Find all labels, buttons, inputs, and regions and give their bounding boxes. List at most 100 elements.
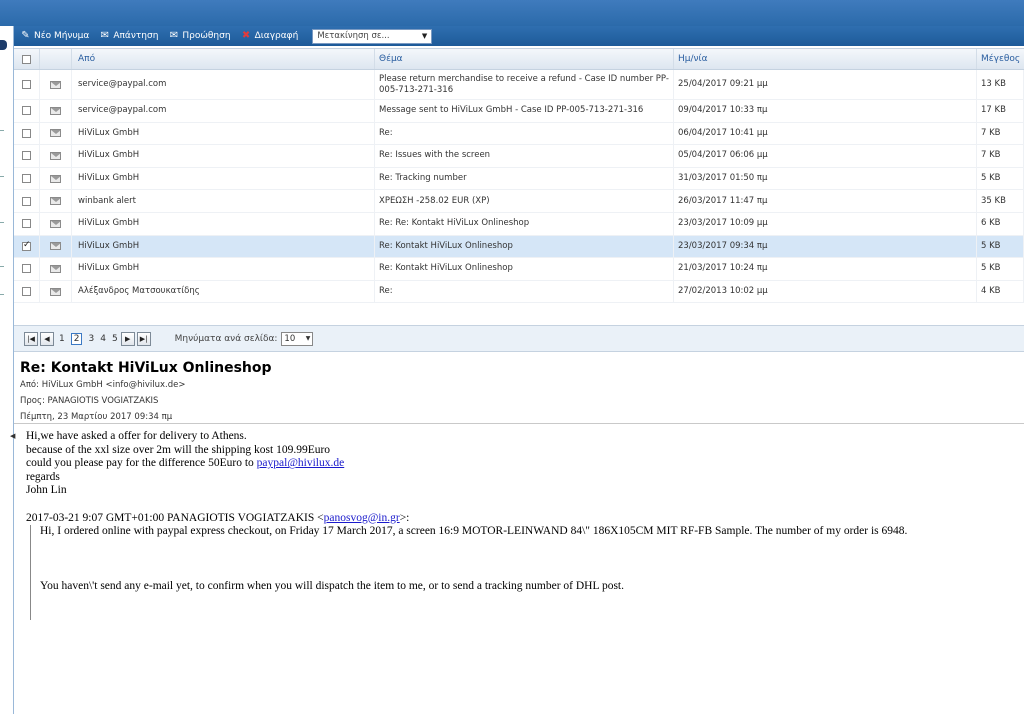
- row-checkbox[interactable]: [22, 219, 31, 229]
- row-size: 35 KB: [981, 195, 1006, 206]
- table-row[interactable]: HiViLux GmbH Re: Issues with the screen 05…: [14, 145, 1024, 168]
- envelope-icon: [50, 174, 61, 183]
- move-to-folder-select[interactable]: Μετακίνηση σε... ▼: [312, 28, 433, 44]
- pagination-bar: |◀ ◀ 12345 ▶ ▶| Μηνύματα ανά σελίδα: 10 …: [14, 325, 1024, 352]
- row-subject: Re: Tracking number: [379, 173, 467, 184]
- select-all-checkbox[interactable]: [22, 54, 31, 64]
- page-number-link[interactable]: 1: [59, 334, 65, 344]
- row-checkbox[interactable]: [22, 264, 31, 274]
- page-number-link[interactable]: 5: [112, 334, 118, 344]
- row-checkbox[interactable]: [22, 151, 31, 161]
- move-to-label: Μετακίνηση σε...: [317, 31, 390, 41]
- row-size: 17 KB: [981, 105, 1006, 116]
- row-checkbox[interactable]: [22, 106, 31, 116]
- row-size: 6 KB: [981, 218, 1001, 229]
- table-row[interactable]: HiViLux GmbH Re: Re: Kontakt HiViLux Onli…: [14, 212, 1024, 236]
- row-subject: Re:: [379, 286, 393, 297]
- table-row[interactable]: winbank alert ΧΡΕΩΣΗ -258.02 EUR (XP) 26/0…: [14, 190, 1024, 213]
- row-size: 13 KB: [981, 79, 1006, 89]
- first-page-button[interactable]: |◀: [24, 331, 38, 346]
- page-number-link[interactable]: 2: [70, 332, 83, 345]
- table-row[interactable]: HiViLux GmbH Re: Kontakt HiViLux Onlinesh…: [14, 235, 1024, 259]
- row-date: 25/04/2017 09:21 μμ: [678, 79, 768, 89]
- new-message-button[interactable]: ✎ Νέο Μήνυμα: [20, 30, 90, 42]
- reply-button[interactable]: ✉ Απάντηση: [99, 30, 159, 42]
- body-line: Hi,we have asked a offer for delivery to…: [26, 430, 247, 442]
- row-checkbox[interactable]: [22, 287, 31, 297]
- column-header-size[interactable]: Μέγεθος: [977, 49, 1024, 69]
- last-page-button[interactable]: ▶|: [136, 331, 151, 346]
- page-numbers: 12345: [56, 332, 121, 345]
- row-checkbox[interactable]: [22, 240, 31, 251]
- row-size: 5 KB: [981, 173, 1001, 184]
- row-from: HiViLux GmbH: [78, 150, 140, 161]
- row-from: service@paypal.com: [78, 79, 167, 89]
- table-row[interactable]: HiViLux GmbH Re: Kontakt HiViLux Onlinesh…: [14, 258, 1024, 281]
- row-date: 23/03/2017 09:34 πμ: [678, 240, 768, 251]
- message-list: Από Θέμα Ημ/νία Μέγεθος service@paypal.c…: [14, 48, 1024, 304]
- page-number-link[interactable]: 4: [100, 334, 106, 344]
- row-from: HiViLux GmbH: [78, 263, 140, 274]
- envelope-icon: [50, 151, 61, 160]
- row-size: 7 KB: [981, 150, 1001, 161]
- table-row[interactable]: HiViLux GmbH Re: 06/04/2017 10:41 μμ 7 KB: [14, 122, 1024, 146]
- row-date: 27/02/2013 10:02 μμ: [678, 286, 768, 297]
- column-header-from[interactable]: Από: [72, 49, 375, 69]
- paypal-email-link[interactable]: paypal@hivilux.de: [257, 457, 345, 469]
- message-from: Από: HiViLux GmbH <info@hivilux.de>: [20, 380, 186, 390]
- message-subject: Re: Kontakt HiViLux Onlineshop: [20, 360, 272, 376]
- body-line: John Lin: [26, 484, 67, 497]
- row-checkbox[interactable]: [22, 80, 31, 89]
- column-header-subject[interactable]: Θέμα: [375, 49, 674, 69]
- reply-icon: ✉: [100, 30, 110, 41]
- row-from: HiViLux GmbH: [78, 173, 140, 184]
- delete-icon: ✖: [241, 30, 251, 41]
- row-checkbox[interactable]: [22, 128, 31, 138]
- table-row[interactable]: service@paypal.com Message sent to HiViLu…: [14, 100, 1024, 123]
- row-date: 06/04/2017 10:41 μμ: [678, 127, 768, 138]
- row-date: 05/04/2017 06:06 μμ: [678, 150, 768, 161]
- envelope-icon: [50, 219, 61, 228]
- envelope-icon: [50, 129, 61, 138]
- new-message-label: Νέο Μήνυμα: [34, 31, 90, 41]
- row-checkbox[interactable]: [22, 196, 31, 206]
- delete-button[interactable]: ✖ Διαγραφή: [241, 30, 299, 42]
- envelope-icon: [50, 106, 61, 115]
- message-date: Πέμπτη, 23 Μαρτίου 2017 09:34 πμ: [20, 412, 173, 422]
- envelope-icon: [50, 242, 61, 251]
- row-subject: Please return merchandise to receive a r…: [379, 73, 669, 95]
- per-page-label: Μηνύματα ανά σελίδα:: [174, 333, 278, 344]
- collapse-arrow-icon[interactable]: ◀: [10, 432, 15, 440]
- row-size: 7 KB: [981, 127, 1001, 138]
- sender-email-link[interactable]: panosvog@in.gr: [324, 512, 400, 524]
- reply-label: Απάντηση: [113, 31, 159, 41]
- compose-icon: ✎: [21, 30, 30, 41]
- message-list-header: Από Θέμα Ημ/νία Μέγεθος: [14, 48, 1024, 70]
- row-subject: Re: Kontakt HiViLux Onlineshop: [379, 263, 513, 274]
- quote-line: Hi, I ordered online with paypal express…: [40, 525, 908, 538]
- body-line: could you please pay for the difference …: [26, 457, 345, 470]
- table-row[interactable]: Αλέξανδρος Ματσουκατίδης Re: 27/02/2013 10…: [14, 280, 1024, 304]
- delete-label: Διαγραφή: [254, 31, 299, 41]
- page-number-link[interactable]: 3: [88, 334, 94, 344]
- last-page-icon: ▶|: [139, 334, 148, 343]
- row-subject: Message sent to HiViLux GmbH - Case ID P…: [379, 105, 644, 116]
- row-date: 31/03/2017 01:50 πμ: [678, 173, 768, 184]
- next-page-button[interactable]: ▶: [120, 331, 135, 346]
- envelope-icon: [50, 197, 61, 206]
- row-size: 5 KB: [981, 240, 1001, 251]
- envelope-icon: [50, 80, 61, 89]
- left-panel-edge: [0, 26, 14, 714]
- envelope-icon: [50, 264, 61, 273]
- forward-button[interactable]: ✉ Προώθηση: [168, 30, 231, 42]
- column-header-date[interactable]: Ημ/νία: [674, 49, 977, 69]
- first-page-icon: |◀: [27, 334, 35, 343]
- previous-page-button[interactable]: ◀: [40, 331, 54, 346]
- table-row[interactable]: HiViLux GmbH Re: Tracking number 31/03/201…: [14, 167, 1024, 191]
- row-checkbox[interactable]: [22, 174, 31, 184]
- table-row[interactable]: service@paypal.com Please return merchand…: [14, 70, 1024, 100]
- forward-icon: ✉: [169, 30, 179, 41]
- left-panel-collapse-handle[interactable]: [0, 40, 7, 50]
- row-subject: Re:: [379, 127, 393, 138]
- per-page-select[interactable]: 10 ▼: [281, 331, 314, 346]
